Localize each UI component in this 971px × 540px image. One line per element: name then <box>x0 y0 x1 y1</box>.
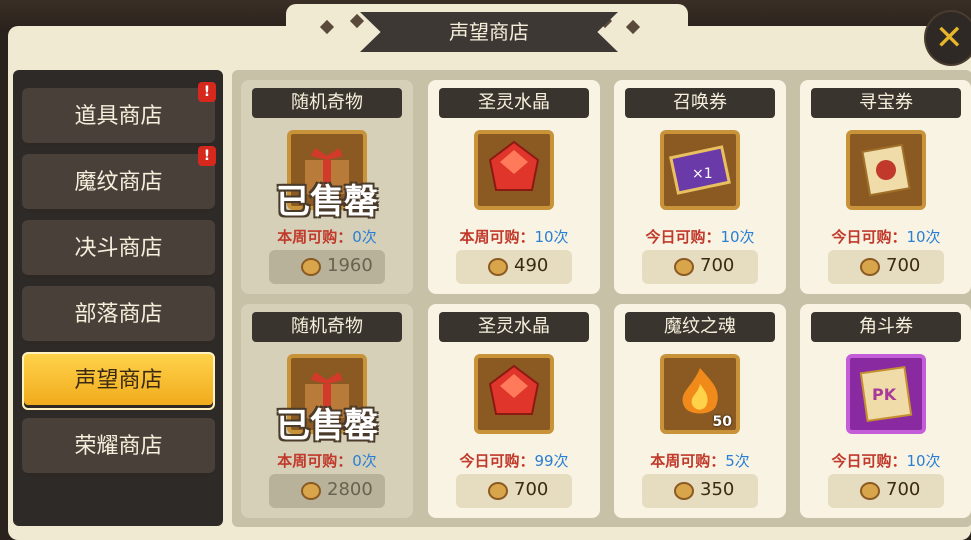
sidebar-item-label: 魔纹商店 <box>74 170 163 195</box>
fire-soul-icon: 50 <box>660 354 740 434</box>
shop-item-card[interactable]: 角斗券 PK 今日可购：10次 700 <box>800 304 971 518</box>
reputation-coin-icon <box>301 258 321 276</box>
sidebar-item-item-shop[interactable]: 道具商店 <box>22 88 215 146</box>
reputation-coin-icon <box>488 258 508 276</box>
alert-badge-icon: ! <box>198 82 216 102</box>
limit-label: 今日可购： <box>831 452 907 470</box>
shop-item-card[interactable]: 随机奇物 已售罄 本周可购：0次 1960 <box>241 80 413 294</box>
buy-button[interactable]: 700 <box>456 474 572 508</box>
page-title: 声望商店 <box>449 20 529 44</box>
item-price: 490 <box>514 255 549 276</box>
sidebar-item-rune-shop[interactable]: 魔纹商店 <box>22 154 215 212</box>
limit-value: 0次 <box>352 452 377 470</box>
limit-value: 0次 <box>352 228 377 246</box>
buy-button[interactable]: 490 <box>456 250 572 284</box>
item-name: 随机奇物 <box>252 312 402 342</box>
purchase-limit: 本周可购：0次 <box>241 226 413 247</box>
sidebar-item-label: 决斗商店 <box>74 236 163 261</box>
purchase-limit: 本周可购：10次 <box>428 226 600 247</box>
item-price: 700 <box>886 255 921 276</box>
reputation-coin-icon <box>674 482 694 500</box>
buy-button[interactable]: 350 <box>642 474 758 508</box>
limit-value: 10次 <box>720 228 755 246</box>
shop-item-card[interactable]: 圣灵水晶 本周可购：10次 490 <box>428 80 600 294</box>
reputation-coin-icon <box>488 482 508 500</box>
red-crystal-icon <box>474 354 554 434</box>
purchase-limit: 今日可购：10次 <box>614 226 786 247</box>
sidebar-item-label: 声望商店 <box>74 368 163 393</box>
limit-value: 10次 <box>906 452 941 470</box>
shop-item-card[interactable]: 圣灵水晶 今日可购：99次 700 <box>428 304 600 518</box>
shop-item-card[interactable]: 召唤券 ×1 今日可购：10次 700 <box>614 80 786 294</box>
sidebar-item-reputation-shop[interactable]: 声望商店 <box>22 352 215 410</box>
sidebar-item-label: 部落商店 <box>74 302 163 327</box>
buy-button[interactable]: 700 <box>828 474 944 508</box>
item-price: 1960 <box>327 255 373 276</box>
reputation-coin-icon <box>301 482 321 500</box>
sidebar-item-honor-shop[interactable]: 荣耀商店 <box>22 418 215 476</box>
reputation-coin-icon <box>674 258 694 276</box>
sold-out-label: 已售罄 <box>276 182 378 222</box>
item-name: 魔纹之魂 <box>625 312 775 342</box>
sidebar-item-label: 道具商店 <box>74 104 163 129</box>
limit-value: 10次 <box>534 228 569 246</box>
limit-value: 10次 <box>906 228 941 246</box>
limit-label: 本周可购： <box>650 452 726 470</box>
svg-text:×1: ×1 <box>692 166 713 182</box>
reputation-coin-icon <box>860 258 880 276</box>
item-price: 700 <box>886 479 921 500</box>
buy-button[interactable]: 700 <box>828 250 944 284</box>
limit-label: 今日可购： <box>831 228 907 246</box>
buy-button[interactable]: 1960 <box>269 250 385 284</box>
item-name: 召唤券 <box>625 88 775 118</box>
red-crystal-icon <box>474 130 554 210</box>
shop-item-card[interactable]: 魔纹之魂 50 本周可购：5次 350 <box>614 304 786 518</box>
item-price: 2800 <box>327 479 373 500</box>
limit-label: 本周可购： <box>277 452 353 470</box>
item-price: 700 <box>700 255 735 276</box>
buy-button[interactable]: 2800 <box>269 474 385 508</box>
purchase-limit: 本周可购：0次 <box>241 450 413 471</box>
sold-out-label: 已售罄 <box>276 406 378 446</box>
sidebar-item-label: 荣耀商店 <box>74 434 163 459</box>
shop-item-card[interactable]: 随机奇物 已售罄 本周可购：0次 2800 <box>241 304 413 518</box>
item-name: 随机奇物 <box>252 88 402 118</box>
buy-button[interactable]: 700 <box>642 250 758 284</box>
limit-label: 本周可购： <box>459 228 535 246</box>
purchase-limit: 今日可购：10次 <box>800 226 971 247</box>
limit-label: 今日可购： <box>645 228 721 246</box>
limit-label: 本周可购： <box>277 228 353 246</box>
limit-value: 5次 <box>725 452 750 470</box>
item-price: 700 <box>514 479 549 500</box>
item-price: 350 <box>700 479 735 500</box>
summon-ticket-icon: ×1 <box>660 130 740 210</box>
alert-badge-icon: ! <box>198 146 216 166</box>
pk-ticket-icon: PK <box>846 354 926 434</box>
close-icon[interactable]: ✕ <box>935 18 964 58</box>
limit-label: 今日可购： <box>459 452 535 470</box>
sidebar-item-duel-shop[interactable]: 决斗商店 <box>22 220 215 278</box>
purchase-limit: 今日可购：10次 <box>800 450 971 471</box>
item-name: 角斗券 <box>811 312 961 342</box>
purchase-limit: 本周可购：5次 <box>614 450 786 471</box>
reputation-coin-icon <box>860 482 880 500</box>
shop-item-card[interactable]: 寻宝券 今日可购：10次 700 <box>800 80 971 294</box>
item-quantity: 50 <box>712 414 732 430</box>
pk-label: PK <box>872 385 897 404</box>
treasure-scroll-icon <box>846 130 926 210</box>
purchase-limit: 今日可购：99次 <box>428 450 600 471</box>
limit-value: 99次 <box>534 452 569 470</box>
item-name: 寻宝券 <box>811 88 961 118</box>
sidebar-item-tribe-shop[interactable]: 部落商店 <box>22 286 215 344</box>
item-name: 圣灵水晶 <box>439 88 589 118</box>
item-name: 圣灵水晶 <box>439 312 589 342</box>
